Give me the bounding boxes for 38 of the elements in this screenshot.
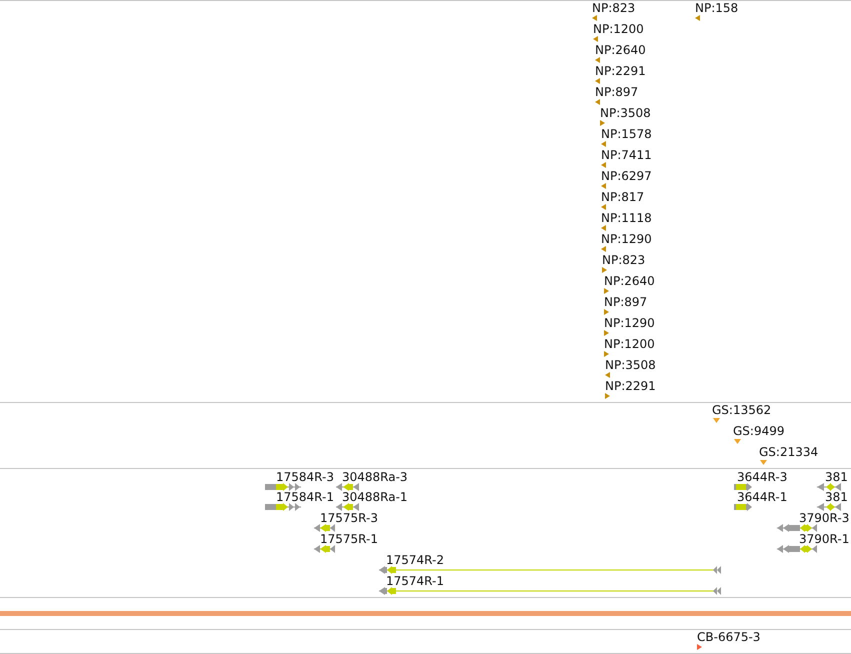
feature-label: 17575R-1: [320, 532, 378, 546]
feature-label: CB-6675-3: [697, 630, 760, 644]
feature-label: GS:21334: [759, 445, 818, 459]
feature-label: 3644R-1: [737, 490, 788, 504]
feature-label: NP:6297: [601, 169, 652, 183]
feature-label: NP:823: [592, 1, 636, 15]
feature-label: 30488Ra-1: [342, 490, 408, 504]
feature-label: NP:3508: [605, 358, 656, 372]
feature-label: 30488Ra-3: [342, 470, 408, 484]
feature-label: 3790R-3: [799, 511, 850, 525]
feature-label: 381: [825, 470, 848, 484]
feature-label: 17575R-3: [320, 511, 378, 525]
feature-label: NP:897: [604, 295, 648, 309]
feature-label: GS:13562: [712, 403, 772, 417]
feature-label: 17584R-1: [276, 490, 334, 504]
feature-label: NP:823: [602, 253, 646, 267]
feature-label: NP:2640: [604, 274, 655, 288]
feature-label: NP:158: [695, 1, 738, 15]
feature-label: NP:897: [595, 85, 638, 99]
feature-label: NP:7411: [601, 148, 652, 162]
feature-label: NP:1118: [601, 211, 652, 225]
feature-label: GS:9499: [733, 424, 784, 438]
feature-label: NP:1290: [601, 232, 652, 246]
feature-label: NP:1290: [604, 316, 655, 330]
feature-label: NP:2291: [595, 64, 646, 78]
feature-label: 381: [825, 490, 848, 504]
feature-label: 17574R-2: [386, 553, 444, 567]
feature-label: 17584R-3: [276, 470, 334, 484]
feature-label: 3790R-1: [799, 532, 850, 546]
feature-label: NP:817: [601, 190, 644, 204]
feature-label: NP:2291: [605, 379, 656, 393]
feature-label: NP:1578: [601, 127, 652, 141]
feature-label: NP:1200: [604, 337, 655, 351]
feature-label: NP:2640: [595, 43, 646, 57]
feature-label: 3644R-3: [737, 470, 788, 484]
feature-label: NP:1200: [593, 22, 644, 36]
feature-label: 17574R-1: [386, 574, 444, 588]
feature-label: NP:3508: [600, 106, 651, 120]
